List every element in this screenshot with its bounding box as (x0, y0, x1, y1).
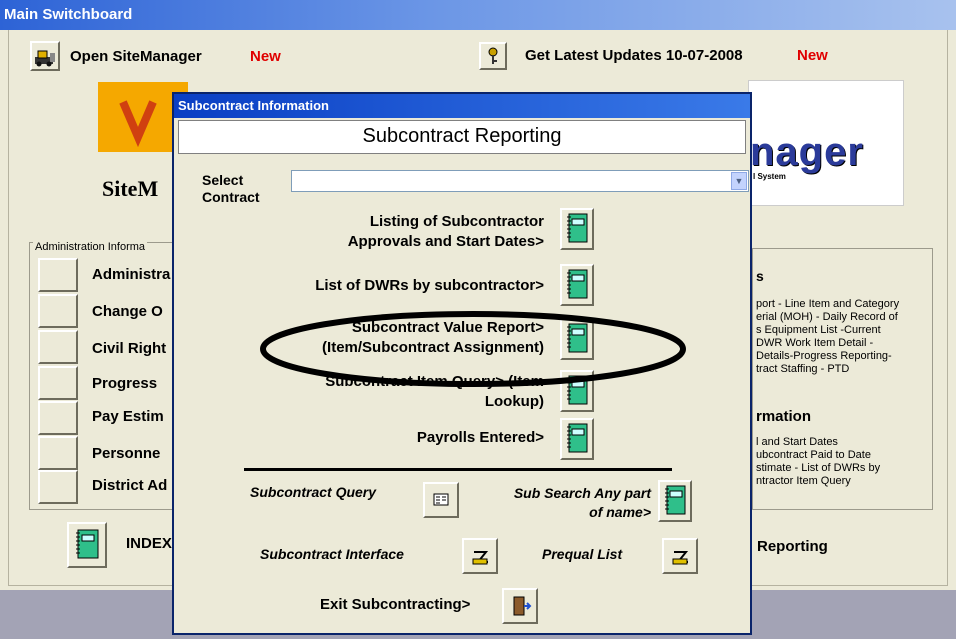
change-orders-button[interactable] (38, 294, 78, 328)
reports-desc-line-5: Details-Progress Reporting- (756, 350, 892, 362)
district-admin-button[interactable] (38, 470, 78, 504)
open-sitemanager-label: Open SiteManager (70, 48, 202, 65)
main-title-bar: Main Switchboard (0, 0, 956, 30)
info-desc-line-1: l and Start Dates (756, 436, 838, 448)
exit-subcontracting-label: Exit Subcontracting> (320, 596, 471, 613)
pay-estimates-button[interactable] (38, 401, 78, 435)
dialog-title-bar: Subcontract Information (174, 94, 750, 118)
select-contract-label: Select Contract (202, 172, 260, 205)
prequal-list-label: Prequal List (542, 546, 623, 562)
reports-desc-line-6: tract Staffing - PTD (756, 363, 850, 375)
report-listing-approvals-label: Listing of Subcontractor Approvals and S… (347, 213, 544, 250)
report-dwrs-by-subcontractor-label: List of DWRs by subcontractor> (315, 277, 544, 294)
form-icon (433, 493, 449, 506)
key-icon (488, 47, 498, 64)
select-contract-dropdown[interactable]: ▼ (291, 170, 749, 192)
bulldozer-icon (35, 50, 55, 67)
prequal-list-button[interactable] (662, 538, 698, 574)
index-button[interactable] (67, 522, 107, 568)
report-listing-approvals-button[interactable] (560, 208, 594, 250)
progress-button[interactable] (38, 366, 78, 400)
sitemanager-logo-text: SiteM (102, 176, 159, 201)
macro-icon (472, 551, 489, 565)
personnel-label: Personne (92, 445, 161, 462)
subcontract-query-button[interactable] (423, 482, 459, 518)
reports-desc-line-4: DWR Work Item Detail - (756, 337, 874, 349)
index-label: INDEX (126, 535, 172, 552)
notebook-icon (567, 213, 588, 243)
subcontract-query-label: Subcontract Query (250, 484, 377, 500)
sub-search-label: Sub Search Any part of name> (513, 485, 651, 520)
get-updates-new-badge: New (797, 47, 828, 64)
dialog-header: Subcontract Reporting (178, 120, 746, 154)
highlight-ellipse (260, 311, 686, 387)
district-admin-label: District Ad (92, 477, 168, 494)
open-sitemanager-button[interactable] (30, 41, 60, 71)
info-desc-line-4: ntractor Item Query (756, 475, 851, 487)
reports-group-heading: s (756, 268, 764, 284)
information-group-heading: rmation (756, 408, 812, 425)
report-dwrs-by-subcontractor-button[interactable] (560, 264, 594, 306)
reports-desc-line-3: s Equipment List -Current (756, 324, 881, 336)
reports-desc-line-2: erial (MOH) - Daily Record of (756, 311, 898, 323)
sitemanager-right-logo-subtext: l System (753, 172, 786, 181)
get-updates-button[interactable] (479, 42, 507, 70)
chevron-down-icon[interactable]: ▼ (731, 172, 747, 190)
exit-door-icon (513, 596, 532, 616)
progress-label: Progress (92, 375, 158, 392)
notebook-icon (76, 529, 99, 559)
notebook-icon (665, 485, 686, 515)
macro-icon (672, 551, 689, 565)
administration-group-title: Administration Informa (33, 241, 148, 253)
administration-label: Administra (92, 266, 171, 283)
notebook-icon (567, 423, 588, 453)
civil-rights-label: Civil Right (92, 340, 167, 357)
subcontract-interface-label: Subcontract Interface (260, 546, 404, 562)
subcontract-interface-button[interactable] (462, 538, 498, 574)
change-orders-label: Change O (92, 303, 163, 320)
get-updates-label: Get Latest Updates 10-07-2008 (525, 47, 743, 64)
exit-subcontracting-button[interactable] (502, 588, 538, 624)
reports-desc-line-1: port - Line Item and Category (756, 298, 900, 310)
info-desc-line-2: ubcontract Paid to Date (756, 449, 871, 461)
report-payrolls-entered-label: Payrolls Entered> (416, 429, 544, 446)
info-desc-line-3: stimate - List of DWRs by (756, 462, 881, 474)
administration-button[interactable] (38, 258, 78, 292)
personnel-button[interactable] (38, 436, 78, 470)
sub-search-button[interactable] (658, 480, 692, 522)
report-payrolls-entered-button[interactable] (560, 418, 594, 460)
civil-rights-button[interactable] (38, 330, 78, 364)
notebook-icon (567, 269, 588, 299)
reporting-label: Reporting (757, 538, 828, 555)
dialog-separator (244, 468, 672, 471)
pay-estimates-label: Pay Estim (92, 408, 164, 425)
sitemanager-right-logo-text: nager (750, 130, 864, 174)
open-sitemanager-new-badge: New (250, 48, 281, 65)
